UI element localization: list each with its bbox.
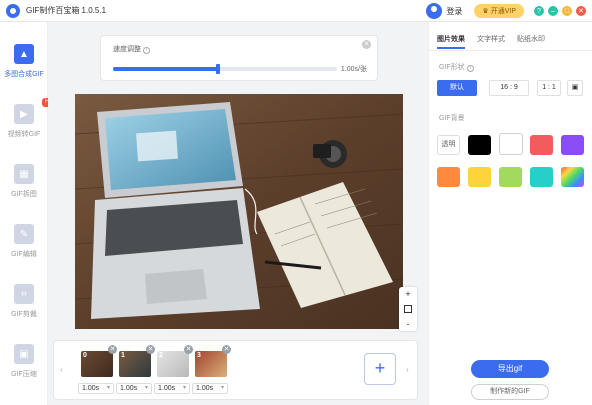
frame-thumbnail[interactable]: 1 bbox=[119, 351, 151, 377]
fit-screen-icon[interactable] bbox=[404, 305, 412, 313]
crop-icon: ⌗ bbox=[14, 284, 34, 304]
frame-index: 2 bbox=[159, 352, 163, 359]
swatch-black[interactable] bbox=[468, 135, 491, 155]
swatch-green[interactable] bbox=[499, 167, 522, 187]
settings-tabs: 图片效果 文字样式 贴纸水印 bbox=[437, 34, 545, 44]
sidebar-item-label: GIF剪裁 bbox=[11, 311, 37, 318]
title-bar-actions: 登录 ♛ 开通VIP ? – □ ✕ bbox=[426, 3, 586, 19]
swatch-red[interactable] bbox=[530, 135, 553, 155]
chevron-right-icon[interactable]: › bbox=[406, 365, 409, 374]
divider bbox=[429, 50, 592, 51]
sidebar-item-multi-image-gif[interactable]: ▲ 多图合成GIF bbox=[0, 38, 48, 94]
zoom-out-button[interactable]: - bbox=[407, 319, 410, 329]
close-icon[interactable]: ✕ bbox=[146, 345, 155, 354]
split-icon: ▦ bbox=[14, 164, 34, 184]
tab-sticker-watermark[interactable]: 贴纸水印 bbox=[517, 34, 545, 44]
frame-delay-select[interactable]: 1.00s ▾ bbox=[192, 383, 228, 394]
help-button[interactable]: ? bbox=[534, 6, 544, 16]
background-section-label: GIF背景 bbox=[439, 115, 465, 122]
sidebar-item-video-to-gif[interactable]: ▶ HOT 视频转GIF bbox=[0, 98, 61, 154]
slider-fill bbox=[113, 67, 219, 71]
sidebar-item-label: GIF拆图 bbox=[11, 191, 37, 198]
add-frame-button[interactable]: + bbox=[364, 353, 396, 385]
shape-1-1-button[interactable]: 1 : 1 bbox=[537, 80, 561, 96]
main-workspace: 速度调整 i ✕ 1.00s/张 + - ‹ 0 ✕ 1.00s ▾ 1 ✕ 1… bbox=[48, 22, 428, 405]
speed-value: 1.00s/张 bbox=[340, 66, 367, 73]
sidebar-item-gif-edit[interactable]: ✎ GIF编辑 bbox=[0, 218, 48, 274]
tab-text-style[interactable]: 文字样式 bbox=[477, 34, 505, 44]
shape-default-button[interactable]: 默认 bbox=[437, 80, 477, 96]
user-avatar-icon[interactable] bbox=[426, 3, 443, 19]
tab-image-effect[interactable]: 图片效果 bbox=[437, 34, 465, 44]
chevron-down-icon: ▾ bbox=[182, 385, 186, 391]
title-bar: GIF制作百宝箱 1.0.5.1 登录 ♛ 开通VIP ? – □ ✕ bbox=[0, 0, 592, 22]
info-icon[interactable]: i bbox=[466, 65, 474, 72]
image-stack-icon: ▲ bbox=[14, 44, 34, 64]
chevron-down-icon: ▾ bbox=[106, 385, 110, 391]
frame-index: 3 bbox=[197, 352, 201, 359]
speed-slider[interactable] bbox=[113, 64, 337, 74]
swatch-cyan[interactable] bbox=[530, 167, 553, 187]
settings-panel: 图片效果 文字样式 贴纸水印 GIF形状 i 默认 16 : 9 1 : 1 ▣ … bbox=[428, 22, 592, 405]
new-gif-button[interactable]: 制作新的GIF bbox=[471, 384, 549, 400]
frame-index: 1 bbox=[121, 352, 125, 359]
sidebar: ▲ 多图合成GIF ▶ HOT 视频转GIF ▦ GIF拆图 ✎ GIF编辑 ⌗… bbox=[0, 22, 61, 405]
close-icon[interactable]: ✕ bbox=[222, 345, 231, 354]
info-icon[interactable]: i bbox=[143, 47, 150, 54]
chevron-down-icon: ▾ bbox=[144, 385, 148, 391]
zoom-controls: + - bbox=[399, 287, 417, 331]
close-icon[interactable]: ✕ bbox=[362, 40, 371, 49]
edit-icon: ✎ bbox=[14, 224, 34, 244]
speed-title: 速度调整 i bbox=[113, 44, 150, 54]
maximize-button[interactable]: □ bbox=[562, 6, 572, 16]
frame-thumbnail[interactable]: 3 bbox=[195, 351, 227, 377]
vip-label: 开通VIP bbox=[490, 8, 516, 15]
frame-delay-select[interactable]: 1.00s ▾ bbox=[154, 383, 190, 394]
speed-panel: 速度调整 i ✕ 1.00s/张 bbox=[100, 35, 378, 81]
swatch-white[interactable] bbox=[499, 133, 523, 155]
frame-index: 0 bbox=[83, 352, 87, 359]
sidebar-item-label: 多图合成GIF bbox=[4, 71, 44, 78]
preview-image bbox=[75, 94, 403, 329]
vip-button[interactable]: ♛ 开通VIP bbox=[474, 4, 524, 18]
desk-photo bbox=[75, 94, 403, 329]
active-tab-indicator bbox=[437, 47, 465, 49]
slider-handle[interactable] bbox=[216, 64, 221, 74]
sidebar-item-label: GIF压缩 bbox=[11, 371, 37, 378]
close-button[interactable]: ✕ bbox=[576, 6, 586, 16]
close-icon[interactable]: ✕ bbox=[108, 345, 117, 354]
export-gif-button[interactable]: 导出gif bbox=[471, 360, 549, 378]
frame-thumbnail[interactable]: 2 bbox=[157, 351, 189, 377]
zoom-in-button[interactable]: + bbox=[405, 289, 410, 299]
minimize-button[interactable]: – bbox=[548, 6, 558, 16]
swatch-yellow[interactable] bbox=[468, 167, 491, 187]
sidebar-item-gif-crop[interactable]: ⌗ GIF剪裁 bbox=[0, 278, 48, 334]
color-picker-icon[interactable] bbox=[561, 167, 584, 187]
chevron-left-icon[interactable]: ‹ bbox=[60, 365, 63, 374]
shape-section-label: GIF形状 i bbox=[439, 62, 474, 72]
compress-icon: ▣ bbox=[14, 344, 34, 364]
crown-icon: ♛ bbox=[482, 8, 489, 15]
custom-shape-icon[interactable]: ▣ bbox=[567, 80, 583, 96]
frame-delay-select[interactable]: 1.00s ▾ bbox=[78, 383, 114, 394]
app-title: GIF制作百宝箱 1.0.5.1 bbox=[26, 6, 107, 15]
sidebar-item-gif-split[interactable]: ▦ GIF拆图 bbox=[0, 158, 48, 214]
frame-strip: ‹ 0 ✕ 1.00s ▾ 1 ✕ 1.00s ▾ 2 ✕ 1.00s ▾ 3 ✕ 1… bbox=[53, 340, 418, 400]
swatch-purple[interactable] bbox=[561, 135, 584, 155]
app-logo bbox=[6, 3, 20, 18]
sidebar-item-label: 视频转GIF bbox=[7, 131, 41, 138]
close-icon[interactable]: ✕ bbox=[184, 345, 193, 354]
swatch-transparent[interactable]: 透明 bbox=[437, 135, 460, 155]
swatch-orange[interactable] bbox=[437, 167, 460, 187]
login-link[interactable]: 登录 bbox=[446, 6, 462, 17]
shape-16-9-button[interactable]: 16 : 9 bbox=[489, 80, 529, 96]
sidebar-item-label: GIF编辑 bbox=[11, 251, 37, 258]
frame-thumbnail[interactable]: 0 bbox=[81, 351, 113, 377]
frame-delay-select[interactable]: 1.00s ▾ bbox=[116, 383, 152, 394]
video-icon: ▶ HOT bbox=[14, 98, 61, 124]
sidebar-item-gif-compress[interactable]: ▣ GIF压缩 bbox=[0, 338, 48, 394]
chevron-down-icon: ▾ bbox=[220, 385, 224, 391]
